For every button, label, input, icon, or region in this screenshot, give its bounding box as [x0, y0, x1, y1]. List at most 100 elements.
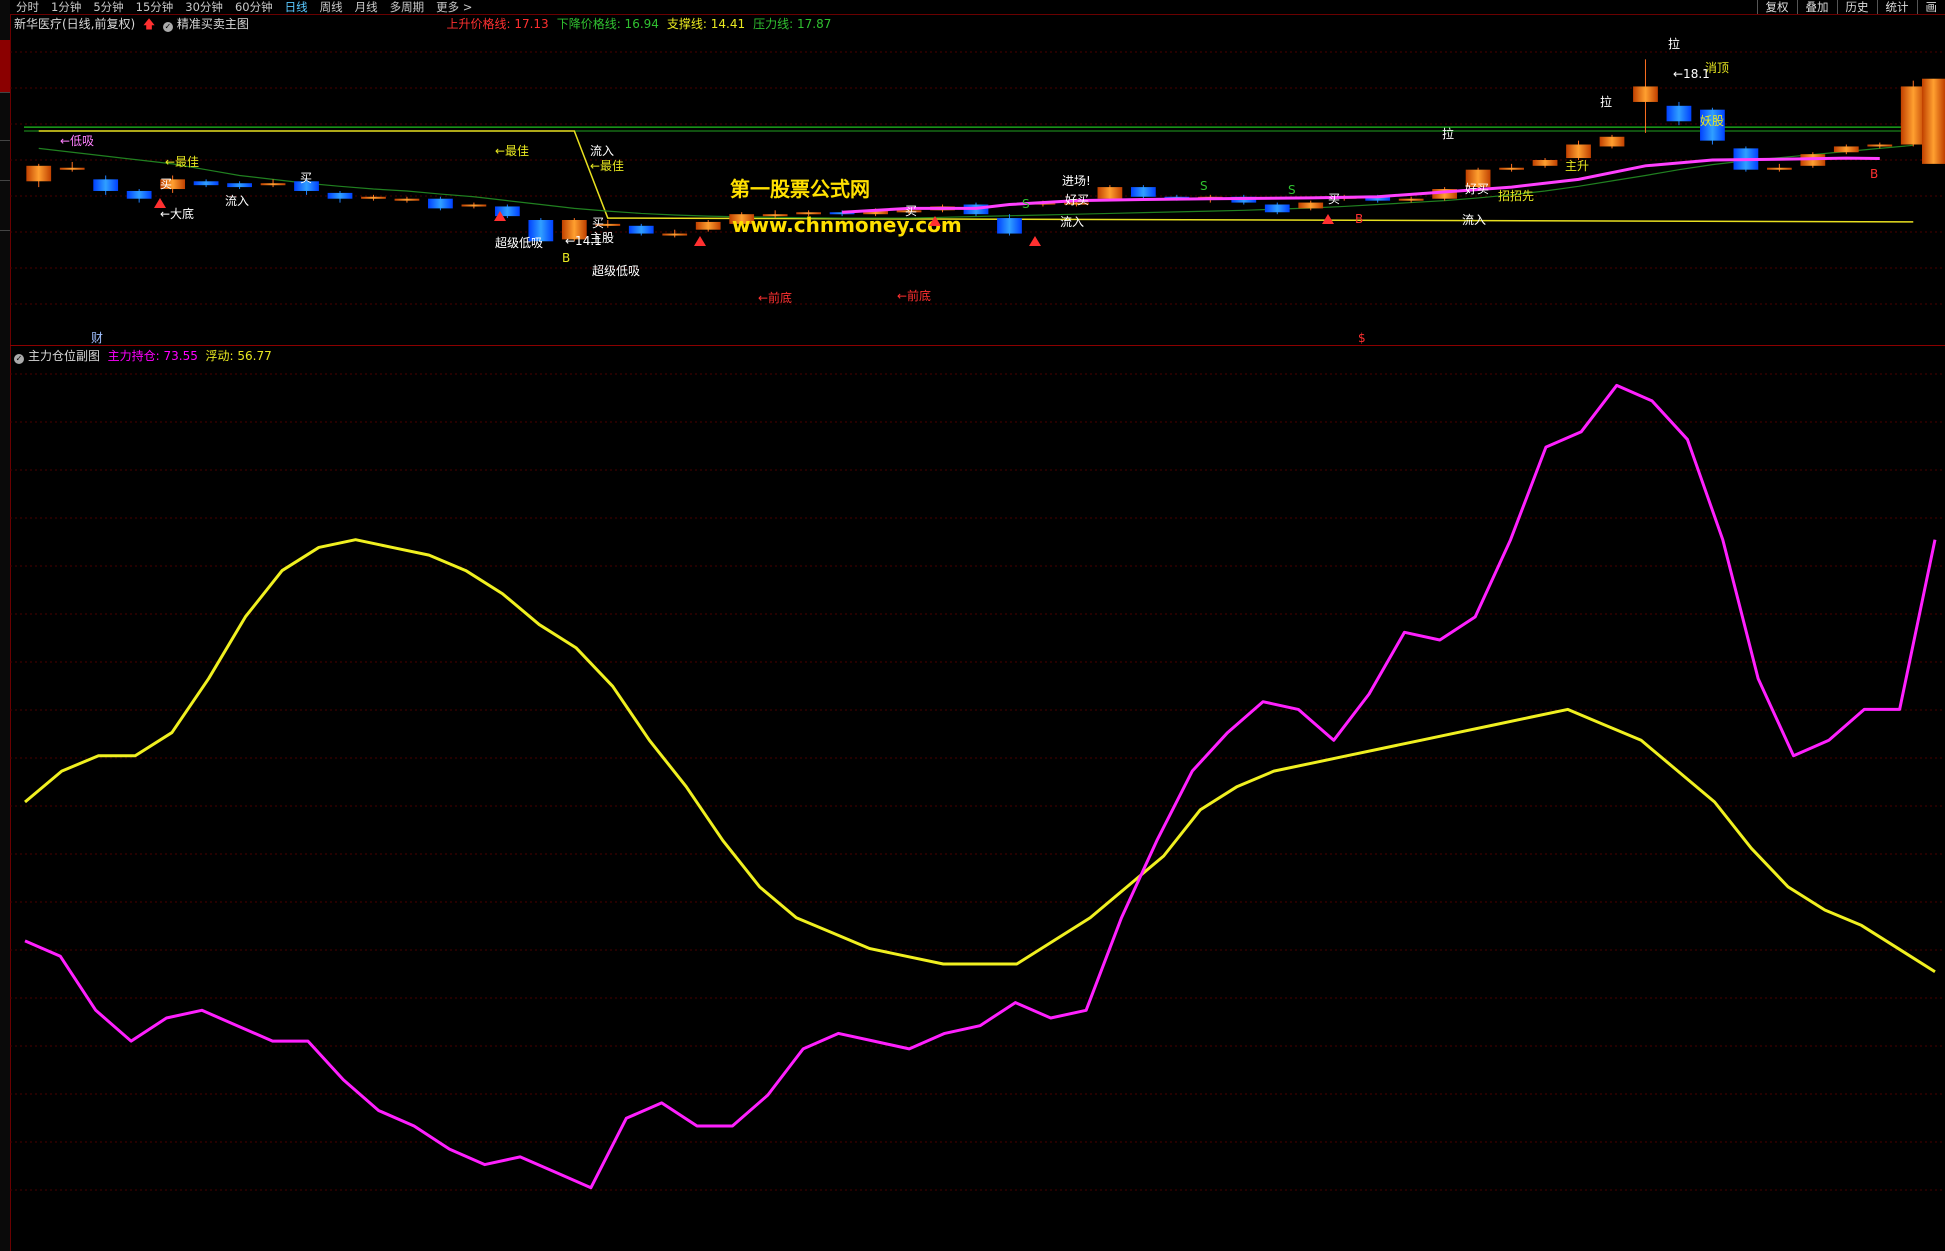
period-tab-1[interactable]: 1分钟 — [51, 0, 81, 14]
chart-annotation: 妖股 — [1700, 114, 1724, 128]
candlestick[interactable] — [662, 229, 688, 238]
candlestick[interactable] — [628, 223, 654, 236]
candlestick[interactable] — [428, 196, 453, 211]
candlestick[interactable] — [695, 220, 721, 232]
candlestick[interactable] — [461, 202, 487, 209]
chart-annotation: 拉 — [1600, 94, 1612, 109]
chart-annotation: S — [1200, 179, 1208, 193]
chart-annotation: ←低吸 — [60, 134, 94, 148]
candlestick[interactable] — [1566, 140, 1591, 160]
toolbar-button-3[interactable]: 统计 — [1876, 0, 1917, 14]
chart-annotation: ←最佳 — [495, 144, 529, 158]
chart-annotation: 超级低吸 — [495, 235, 543, 250]
chart-annotation: 超级低吸 — [592, 263, 640, 278]
period-toolbar: 分时 1分钟 5分钟 15分钟 30分钟 60分钟 日线 周线 月线 多周期 更多 > 复权 叠加 历史… — [10, 0, 1945, 15]
candlestick[interactable] — [1666, 101, 1692, 126]
chart-annotation: ←前底 — [758, 290, 792, 305]
period-tab-9[interactable]: 多周期 — [390, 0, 425, 14]
candlestick[interactable] — [26, 163, 52, 188]
buy-arrow-icon — [154, 198, 166, 208]
toolbar-button-2[interactable]: 历史 — [1836, 0, 1877, 14]
main-candle-chart[interactable]: ←最佳←最佳←最佳←低吸←大底买 买买买买流入流入流入 流入超级低吸超级低吸主股BB… — [10, 30, 1945, 345]
left-tab-1[interactable] — [0, 0, 10, 41]
main-position-series-line — [24, 383, 1937, 1190]
chart-annotation: 拉 — [1442, 126, 1454, 141]
candlestick[interactable] — [1922, 78, 1945, 164]
candlestick[interactable] — [227, 181, 252, 190]
sub-indicator-name[interactable]: 主力仓位副图 — [28, 349, 100, 363]
chart-annotation: ←大底 — [160, 206, 194, 221]
up-arrow-icon: 🡅 — [139, 17, 159, 31]
chart-annotation: 财 — [91, 331, 103, 345]
period-tab-7[interactable]: 周线 — [320, 0, 343, 14]
candlestick[interactable] — [997, 214, 1022, 236]
period-list: 分时 1分钟 5分钟 15分钟 30分钟 60分钟 日线 周线 月线 多周期 更多 > — [16, 0, 484, 14]
right-toolbar: 复权 叠加 历史 统计画 — [1756, 0, 1945, 14]
chart-annotation: ←前底 — [897, 288, 931, 303]
chart-annotation: $ — [1358, 331, 1366, 345]
candlestick[interactable] — [1499, 163, 1524, 172]
toolbar-button-4[interactable]: 画 — [1916, 0, 1945, 14]
chart-annotation: ←18.1 — [1673, 67, 1710, 81]
period-tab-10[interactable]: 更多 > — [436, 0, 472, 14]
chart-annotation: 流入 — [225, 194, 249, 208]
candlestick[interactable] — [1097, 185, 1123, 201]
chart-annotation: 流入 — [590, 144, 614, 158]
chart-annotation: S — [1288, 183, 1296, 197]
main-position-value: 73.55 — [163, 349, 198, 363]
candlestick[interactable] — [1633, 59, 1658, 133]
panel-divider[interactable] — [10, 345, 1945, 346]
chart-annotation: B — [1355, 212, 1363, 226]
legend-line-1: 下降价格线: 16.94 — [556, 17, 659, 31]
watermark-url: www.chnmoney.com — [732, 213, 962, 237]
period-tab-8[interactable]: 月线 — [355, 0, 378, 14]
candlestick[interactable] — [93, 175, 119, 195]
watermark-title: 第一股票公式网 — [730, 177, 870, 201]
chart-annotation: 进场! — [1062, 174, 1091, 188]
toolbar-button-0[interactable]: 复权 — [1756, 0, 1797, 14]
chart-annotation: ←最佳 — [590, 159, 624, 173]
chart-annotation: 拉 — [1668, 36, 1680, 51]
candlestick[interactable] — [327, 190, 353, 203]
main-line-legend: 上升价格线: 17.13 下降价格线: 16.94 支撑线: 14.41 压力线: 1… — [446, 17, 839, 31]
candlestick[interactable] — [361, 194, 386, 201]
buy-arrow-icon — [1029, 236, 1041, 246]
sub-position-chart[interactable] — [10, 364, 1945, 1251]
legend-line-3: 压力线: 17.87 — [753, 17, 832, 31]
buy-arrow-icon — [1322, 214, 1334, 224]
period-tab-3[interactable]: 15分钟 — [136, 0, 174, 14]
main-position-label: 主力持仓: — [107, 349, 160, 363]
stock-name[interactable]: 新华医疗(日线,前复权) — [14, 17, 135, 31]
candlestick[interactable] — [1130, 185, 1156, 199]
candlestick[interactable] — [1264, 202, 1290, 215]
left-tab-2[interactable] — [0, 40, 10, 93]
chart-annotation: 流入 — [1462, 213, 1486, 227]
period-tab-6[interactable]: 日线 — [285, 0, 308, 14]
period-tab-4[interactable]: 30分钟 — [185, 0, 223, 14]
period-tab-5[interactable]: 60分钟 — [235, 0, 273, 14]
chart-annotation: 买 — [1328, 192, 1340, 206]
float-label: 浮动: — [205, 349, 234, 363]
trend-line — [842, 156, 1880, 214]
period-tab-0[interactable]: 分时 — [16, 0, 39, 14]
candlestick[interactable] — [1599, 134, 1625, 149]
candlestick[interactable] — [394, 196, 420, 203]
chart-annotation: 流入 — [1060, 215, 1084, 229]
candlestick[interactable] — [1900, 80, 1926, 147]
left-tab-5[interactable] — [0, 180, 10, 231]
left-tab-4[interactable] — [0, 140, 10, 181]
main-indicator-name[interactable]: 精准买卖主图 — [177, 17, 249, 31]
candlestick[interactable] — [1766, 163, 1792, 172]
settings-icon[interactable]: ✓ — [14, 354, 24, 364]
period-tab-2[interactable]: 5分钟 — [93, 0, 123, 14]
chart-annotation: 买 — [592, 216, 604, 230]
candlestick[interactable] — [59, 161, 85, 172]
sub-chart-title: ✓ 主力仓位副图 主力持仓: 73.55 浮动: 56.77 — [14, 348, 272, 364]
chart-annotation: B — [562, 251, 570, 265]
left-tab-3[interactable] — [0, 92, 10, 141]
candlestick[interactable] — [193, 179, 219, 188]
chart-annotation: 招招先 — [1498, 189, 1534, 203]
chart-annotation: B — [1870, 167, 1878, 181]
candlestick[interactable] — [126, 189, 152, 203]
toolbar-button-1[interactable]: 叠加 — [1796, 0, 1837, 14]
